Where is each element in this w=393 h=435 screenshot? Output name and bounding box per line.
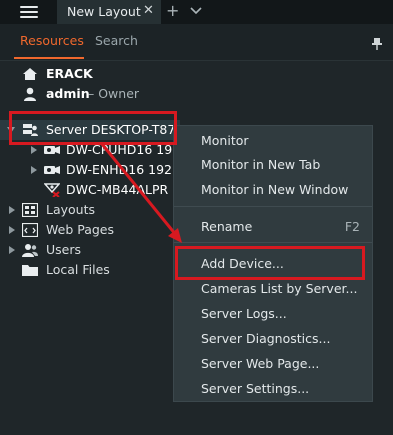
menu-item-rename[interactable]: Rename F2 — [174, 216, 372, 238]
camera-name: DWC-MB44ALPR — [66, 182, 169, 197]
expand-arrow-icon[interactable] — [8, 246, 16, 254]
menu-item-label: Server Diagnostics... — [201, 331, 331, 346]
panel-tabs: Resources Search — [0, 24, 393, 61]
menu-item-label: Server Settings... — [201, 381, 310, 396]
menu-item-server-web-page[interactable]: Server Web Page... — [174, 353, 372, 375]
tree-item-system[interactable]: ERACK — [0, 64, 180, 84]
menu-item-monitor[interactable]: Monitor — [174, 130, 372, 152]
menu-item-label: Monitor — [201, 133, 249, 148]
menu-item-server-logs[interactable]: Server Logs... — [174, 303, 372, 325]
users-icon — [22, 244, 38, 257]
annotation-box-server — [9, 111, 177, 145]
camera-icon — [44, 166, 60, 174]
menu-item-monitor-new-tab[interactable]: Monitor in New Tab — [174, 154, 372, 176]
active-tab-indicator — [14, 57, 84, 59]
main-menu-icon[interactable] — [20, 6, 38, 18]
camera-name: DW-ENHD16 192.1 — [66, 162, 184, 177]
tree-item-web-pages[interactable]: Web Pages — [0, 220, 170, 240]
menu-item-label: Server Logs... — [201, 306, 287, 321]
tree-item-layouts[interactable]: Layouts — [0, 200, 170, 220]
group-label: Local Files — [46, 262, 110, 277]
tree-item-camera[interactable]: DWC-MB44ALPR — [0, 180, 180, 200]
menu-item-label: Cameras List by Server... — [201, 281, 358, 296]
tree-item-camera[interactable]: DW-ENHD16 192.1 — [0, 160, 184, 180]
annotation-box-add-device — [175, 246, 365, 280]
menu-item-label: Monitor in New Tab — [201, 157, 321, 172]
web-page-icon — [22, 223, 38, 237]
tab-resources[interactable]: Resources — [20, 33, 84, 48]
close-tab-icon[interactable]: ✕ — [143, 3, 154, 18]
user-name: admin — [46, 86, 90, 101]
tree-item-local-files[interactable]: Local Files — [0, 260, 170, 280]
menu-item-server-settings[interactable]: Server Settings... — [174, 378, 372, 400]
menu-separator — [174, 242, 372, 243]
system-name: ERACK — [46, 66, 93, 81]
chevron-down-icon[interactable] — [189, 3, 203, 17]
layout-tab[interactable]: New Layout ✕ — [57, 0, 161, 24]
title-bar: New Layout ✕ + — [0, 0, 393, 24]
offline-camera-icon — [44, 183, 60, 197]
menu-item-cameras-list[interactable]: Cameras List by Server... — [174, 278, 372, 300]
tree-item-user[interactable]: admin – Owner — [0, 84, 180, 104]
layout-tab-label: New Layout — [67, 4, 141, 19]
tree-item-users[interactable]: Users — [0, 240, 170, 260]
expand-arrow-icon[interactable] — [8, 226, 16, 234]
expand-arrow-icon[interactable] — [8, 206, 16, 214]
user-icon — [24, 87, 36, 101]
menu-separator — [174, 206, 372, 207]
add-tab-button[interactable]: + — [166, 1, 179, 20]
pin-icon[interactable] — [372, 38, 382, 50]
layouts-icon — [22, 203, 38, 217]
menu-item-server-diagnostics[interactable]: Server Diagnostics... — [174, 328, 372, 350]
camera-icon — [44, 146, 60, 154]
menu-item-label: Rename — [201, 219, 253, 234]
tab-search[interactable]: Search — [95, 33, 138, 48]
expand-arrow-icon[interactable] — [30, 166, 38, 174]
menu-item-label: Server Web Page... — [201, 356, 320, 371]
group-label: Users — [46, 242, 82, 257]
expand-arrow-icon[interactable] — [30, 146, 38, 154]
user-role: – Owner — [88, 86, 140, 101]
menu-item-shortcut: F2 — [344, 219, 360, 234]
group-label: Layouts — [46, 202, 96, 217]
menu-item-monitor-new-window[interactable]: Monitor in New Window — [174, 179, 372, 201]
folder-icon — [22, 265, 38, 276]
menu-item-label: Monitor in New Window — [201, 182, 349, 197]
group-label: Web Pages — [46, 222, 114, 237]
home-icon — [23, 68, 37, 80]
